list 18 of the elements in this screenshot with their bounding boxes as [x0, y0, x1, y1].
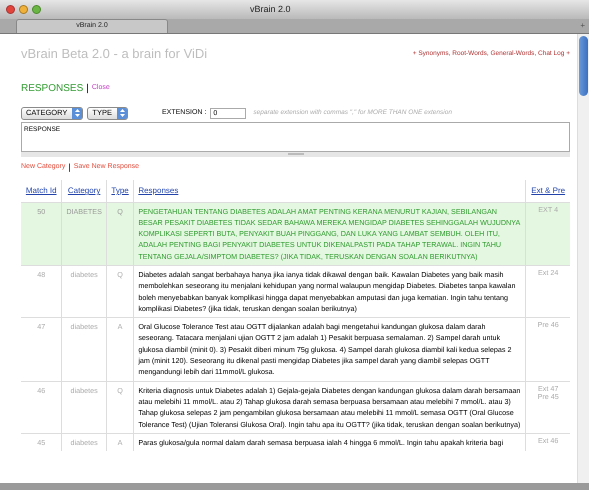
section-title: RESPONSES — [21, 82, 84, 96]
separator: | — [86, 82, 89, 96]
scrollbar[interactable] — [577, 34, 589, 483]
separator: | — [68, 160, 71, 174]
column-header-link[interactable]: Responses — [138, 186, 178, 196]
minimize-icon[interactable] — [19, 5, 28, 14]
resize-handle[interactable] — [21, 152, 570, 156]
scrollbar-thumb[interactable] — [579, 36, 588, 96]
column-header-link[interactable]: Ext & Pre — [531, 186, 566, 196]
zoom-icon[interactable] — [32, 5, 41, 14]
stepper-icon — [117, 108, 127, 118]
close-icon[interactable] — [6, 5, 15, 14]
page-title: vBrain Beta 2.0 - a brain for ViDi — [21, 45, 208, 63]
column-header-link[interactable]: Type — [111, 186, 129, 196]
column-header-link[interactable]: Match Id — [26, 186, 57, 196]
window-title: vBrain 2.0 — [250, 2, 291, 16]
stepper-icon — [72, 108, 82, 118]
column-header-link[interactable]: Category — [68, 186, 100, 196]
